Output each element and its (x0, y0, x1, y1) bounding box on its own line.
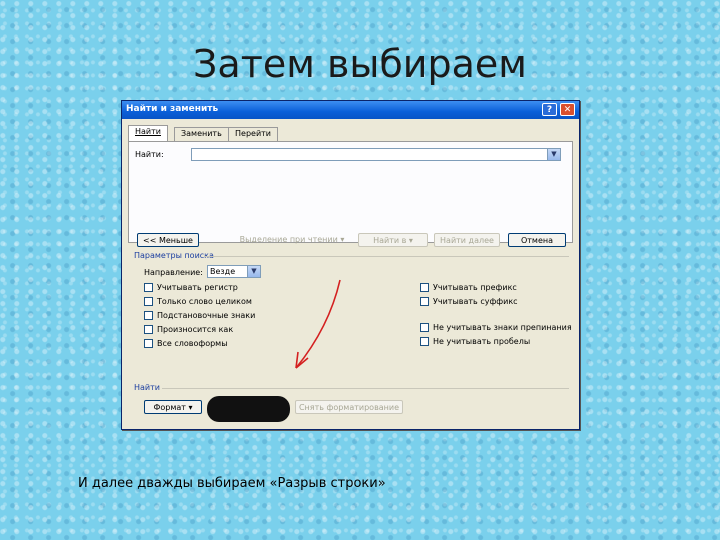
format-button[interactable]: Формат ▾ (144, 400, 202, 414)
ignore-punctuation-checkbox[interactable] (420, 323, 429, 332)
wildcards-checkbox[interactable] (144, 311, 153, 320)
direction-value: Везде (210, 267, 236, 276)
direction-select[interactable]: Везде ▼ (207, 265, 261, 278)
find-next-button[interactable]: Найти далее (434, 233, 500, 247)
cancel-button[interactable]: Отмена (508, 233, 566, 247)
match-suffix-checkbox[interactable] (420, 297, 429, 306)
slide-caption: И далее дважды выбираем «Разрыв строки» (78, 476, 386, 491)
sounds-like-checkbox[interactable] (144, 325, 153, 334)
tab-replace[interactable]: Заменить (174, 127, 229, 141)
find-panel: Найти: ▼ << Меньше (128, 141, 573, 247)
format-button-label: Формат (153, 403, 186, 412)
whole-word-label: Только слово целиком (157, 297, 252, 306)
match-suffix-label: Учитывать суффикс (433, 297, 518, 306)
match-case-checkbox[interactable] (144, 283, 153, 292)
word-forms-label: Все словоформы (157, 339, 228, 348)
selection-button[interactable]: Выделение при чтении ▾ (236, 233, 348, 247)
chevron-down-icon[interactable]: ▼ (547, 149, 560, 160)
chevron-down-icon: ▾ (188, 403, 193, 412)
match-prefix-label: Учитывать префикс (433, 283, 517, 292)
chevron-down-icon: ▾ (408, 236, 413, 245)
match-prefix-checkbox[interactable] (420, 283, 429, 292)
find-in-button[interactable]: Найти в ▾ (358, 233, 428, 247)
find-replace-dialog: Найти и заменить ? ✕ Найти Заменить Пере… (121, 100, 580, 430)
slide-title: Затем выбираем (193, 42, 527, 86)
less-button[interactable]: << Меньше (137, 233, 199, 247)
special-button-redacted[interactable] (207, 396, 290, 422)
whole-word-checkbox[interactable] (144, 297, 153, 306)
ignore-punctuation-label: Не учитывать знаки препинания (433, 323, 572, 332)
direction-label: Направление: (144, 268, 203, 277)
annotation-arrow-icon (295, 279, 341, 369)
tab-goto[interactable]: Перейти (228, 127, 278, 141)
no-formatting-button[interactable]: Снять форматирование (295, 400, 403, 414)
ignore-spaces-label: Не учитывать пробелы (433, 337, 531, 346)
search-options-caption: Параметры поиска (134, 251, 214, 260)
find-in-button-label: Найти в (373, 236, 407, 245)
wildcards-label: Подстановочные знаки (157, 311, 256, 320)
sounds-like-label: Произносится как (157, 325, 234, 334)
help-icon[interactable]: ? (542, 103, 557, 116)
chevron-down-icon: ▾ (340, 235, 345, 244)
word-forms-checkbox[interactable] (144, 339, 153, 348)
chevron-down-icon[interactable]: ▼ (247, 266, 260, 277)
find-input[interactable]: ▼ (191, 148, 561, 161)
close-icon[interactable]: ✕ (560, 103, 575, 116)
selection-button-label: Выделение при чтении (239, 235, 338, 244)
tab-find[interactable]: Найти (128, 125, 168, 142)
dialog-titlebar: Найти и заменить ? ✕ (122, 101, 579, 119)
find-group-caption: Найти (134, 383, 160, 392)
find-label: Найти: (135, 150, 164, 159)
match-case-label: Учитывать регистр (157, 283, 238, 292)
group-divider (204, 256, 569, 257)
dialog-title: Найти и заменить (126, 104, 219, 114)
group-divider (162, 388, 569, 389)
ignore-spaces-checkbox[interactable] (420, 337, 429, 346)
